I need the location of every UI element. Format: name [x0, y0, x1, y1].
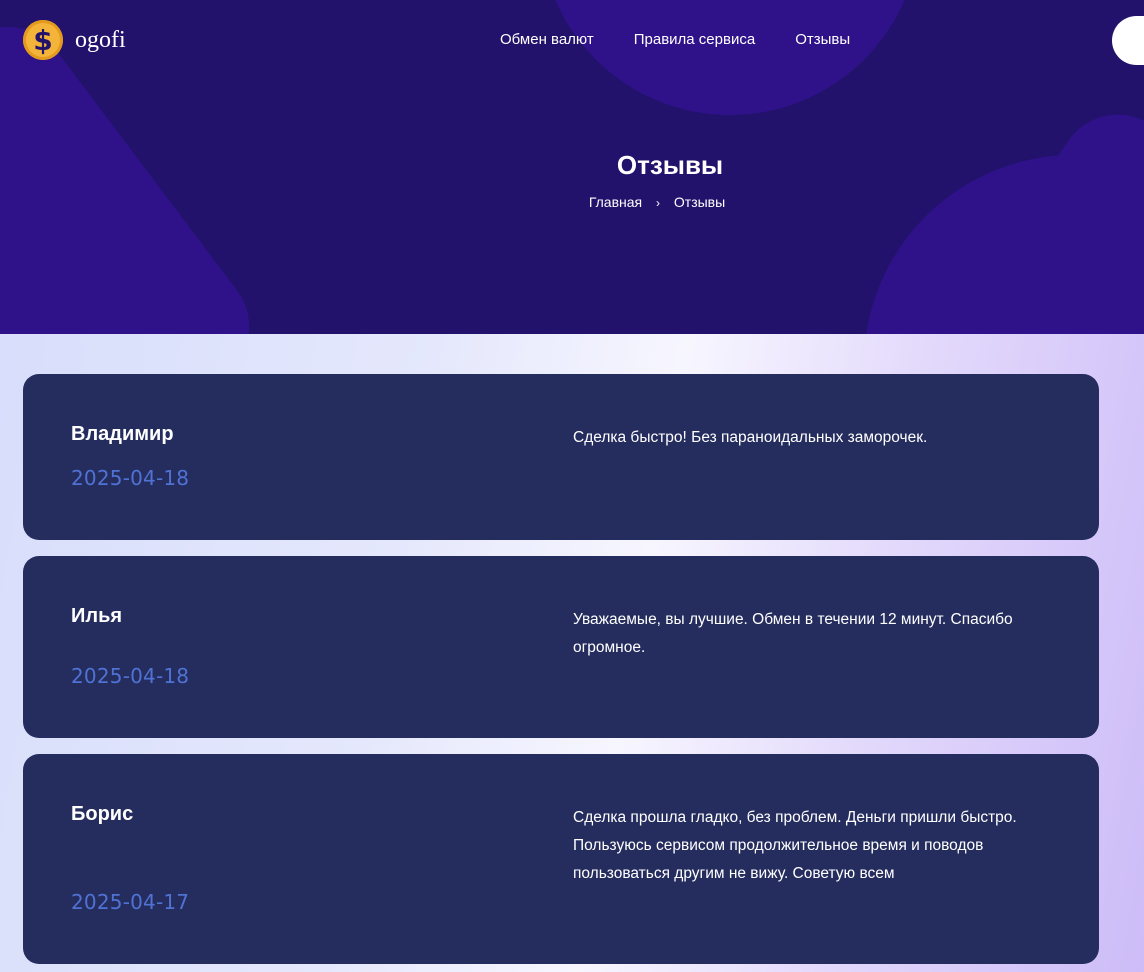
review-author: Владимир: [71, 423, 174, 445]
breadcrumb-current: Отзывы: [673, 194, 726, 210]
main-nav: Обмен валют Правила сервиса Отзывы: [500, 31, 850, 48]
nav-item-exchange[interactable]: Обмен валют: [500, 31, 594, 48]
review-author: Илья: [71, 605, 123, 627]
site-logo[interactable]: $ ogofi: [23, 20, 126, 60]
review-date: 2025-04-18: [71, 466, 190, 490]
review-card: Илья 2025-04-18 Уважаемые, вы лучшие. Об…: [23, 556, 1099, 738]
chevron-right-icon: ›: [656, 196, 660, 210]
nav-item-rules[interactable]: Правила сервиса: [634, 31, 755, 48]
hero-header: $ ogofi Обмен валют Правила сервиса Отзы…: [0, 0, 1144, 334]
logo-text: ogofi: [75, 26, 126, 53]
review-text: Уважаемые, вы лучшие. Обмен в течении 12…: [573, 611, 1013, 656]
reviews-section: Владимир 2025-04-18 Сделка быстро! Без п…: [0, 334, 1144, 972]
nav-item-reviews[interactable]: Отзывы: [795, 31, 850, 48]
review-date: 2025-04-17: [71, 890, 190, 914]
review-card: Владимир 2025-04-18 Сделка быстро! Без п…: [23, 374, 1099, 540]
page-title: Отзывы: [616, 150, 724, 180]
review-text: Сделка прошла гладко, без проблем. Деньг…: [573, 809, 1017, 882]
header-action-button[interactable]: [1112, 16, 1144, 65]
decor-circle: [540, 0, 920, 115]
review-card: Борис 2025-04-17 Сделка прошла гладко, б…: [23, 754, 1099, 964]
review-text: Сделка быстро! Без параноидальных заморо…: [573, 429, 928, 446]
breadcrumb: Главная › Отзывы: [0, 194, 1144, 210]
review-author: Борис: [71, 803, 134, 825]
review-date: 2025-04-18: [71, 664, 190, 688]
dollar-coin-icon: $: [23, 20, 63, 60]
breadcrumb-home[interactable]: Главная: [589, 194, 642, 210]
